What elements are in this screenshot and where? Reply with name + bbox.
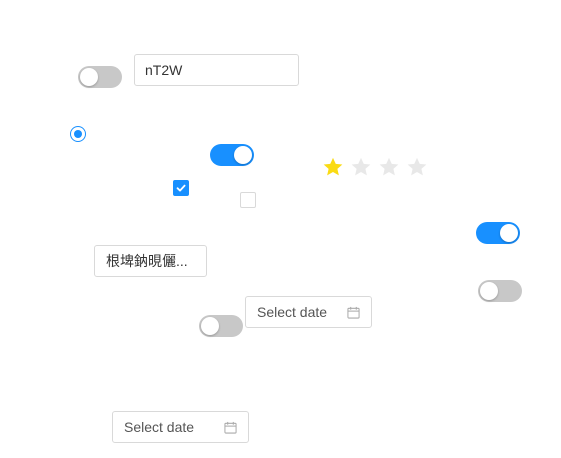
calendar-icon [347,306,360,319]
star-icon[interactable] [322,156,344,178]
calendar-icon [224,421,237,434]
select-dropdown[interactable]: 根埤鈉晛儷... [94,245,207,277]
date-picker-1[interactable]: Select date [245,296,372,328]
checkbox-checked[interactable] [173,180,189,196]
toggle-switch-2[interactable] [210,144,254,166]
star-icon[interactable] [406,156,428,178]
star-rating[interactable] [322,156,432,178]
radio-button[interactable] [70,126,86,142]
date-picker-placeholder: Select date [124,419,195,435]
toggle-switch-3[interactable] [476,222,520,244]
toggle-switch-1[interactable] [78,66,122,88]
date-picker-2[interactable]: Select date [112,411,249,443]
toggle-knob [80,68,98,86]
toggle-switch-5[interactable] [199,315,243,337]
date-picker-placeholder: Select date [257,304,328,320]
toggle-knob [201,317,219,335]
toggle-knob [234,146,252,164]
text-input[interactable] [134,54,299,86]
star-icon[interactable] [350,156,372,178]
toggle-knob [500,224,518,242]
checkbox-unchecked[interactable] [240,192,256,208]
toggle-switch-4[interactable] [478,280,522,302]
select-value: 根埤鈉晛儷... [106,253,188,269]
radio-dot [74,130,82,138]
check-icon [176,184,186,192]
star-icon[interactable] [378,156,400,178]
toggle-knob [480,282,498,300]
